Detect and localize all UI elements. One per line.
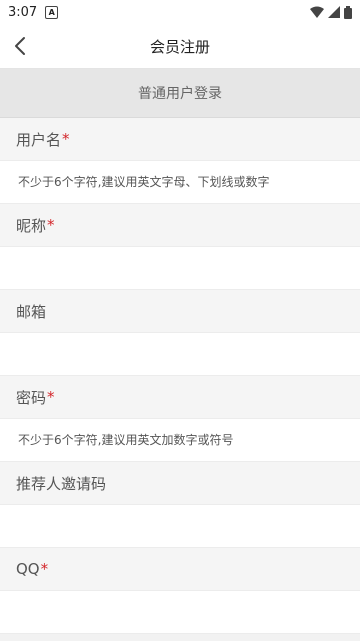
username-label: 用户名	[16, 130, 62, 149]
qq-label-row: QQ *	[0, 548, 360, 590]
password-field-row	[0, 418, 360, 462]
nickname-field-row	[0, 246, 360, 290]
status-time: 3:07	[8, 4, 38, 20]
username-input[interactable]	[16, 166, 350, 198]
required-mark: *	[40, 560, 49, 578]
invite-code-input[interactable]	[16, 510, 350, 542]
nickname-input[interactable]	[16, 252, 350, 284]
status-bar: 3:07 A	[0, 0, 360, 24]
qq-label: QQ	[16, 560, 40, 578]
page-title: 会员注册	[149, 37, 210, 56]
status-right	[310, 5, 352, 19]
invite-code-label-row: 推荐人邀请码	[0, 462, 360, 504]
tab-label: 普通用户登录	[138, 86, 222, 102]
wifi-icon	[310, 6, 324, 18]
back-button[interactable]	[6, 32, 34, 60]
email-label-row: 邮箱	[0, 290, 360, 332]
status-left: 3:07 A	[8, 4, 59, 20]
email-label: 邮箱	[16, 302, 47, 321]
required-mark: *	[47, 216, 55, 234]
nickname-label-row: 昵称 *	[0, 204, 360, 246]
qq-input[interactable]	[16, 596, 350, 628]
app-bar: 会员注册	[0, 24, 360, 69]
nickname-label: 昵称	[16, 216, 47, 235]
chevron-left-icon	[15, 37, 25, 55]
invite-code-field-row	[0, 504, 360, 548]
email-input[interactable]	[16, 338, 350, 370]
notification-icon: A	[45, 5, 59, 19]
signal-icon	[328, 6, 340, 18]
required-mark: *	[62, 130, 70, 148]
password-label-row: 密码 *	[0, 376, 360, 418]
username-field-row	[0, 160, 360, 204]
email-field-row	[0, 332, 360, 376]
password-label: 密码	[16, 388, 47, 407]
username-label-row: 用户名 *	[0, 118, 360, 160]
password-input[interactable]	[16, 424, 350, 456]
battery-icon	[344, 5, 352, 19]
invite-code-label: 推荐人邀请码	[16, 474, 107, 493]
tab-normal-user-login[interactable]: 普通用户登录	[0, 69, 360, 118]
required-mark: *	[47, 388, 55, 406]
register-form: 用户名 * 昵称 * 邮箱 密码 * 推荐人邀请码 QQ *	[0, 118, 360, 634]
qq-field-row	[0, 590, 360, 634]
